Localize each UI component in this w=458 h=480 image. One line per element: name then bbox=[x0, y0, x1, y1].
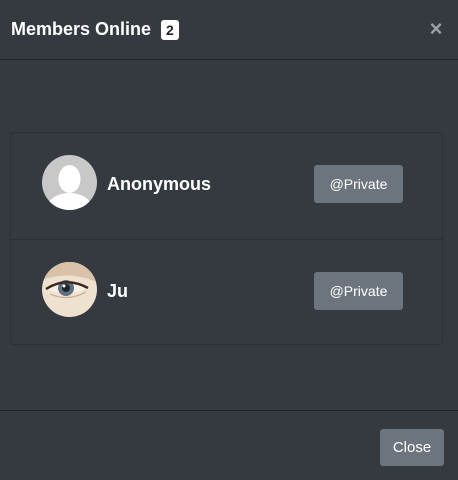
list-item: Ju @Private bbox=[11, 239, 442, 345]
member-name: Ju bbox=[107, 281, 129, 301]
avatar bbox=[42, 155, 97, 210]
modal-title-text: Members Online bbox=[11, 19, 152, 39]
member-name: Anonymous bbox=[107, 174, 212, 194]
default-avatar-icon bbox=[42, 155, 97, 210]
member-count-badge: 2 bbox=[161, 19, 179, 40]
avatar bbox=[42, 262, 97, 317]
modal-header: Members Online 2 × bbox=[0, 0, 458, 60]
close-icon[interactable]: × bbox=[428, 18, 444, 40]
members-online-modal: Members Online 2 × Anonymous @Private Ju… bbox=[0, 0, 458, 480]
modal-footer: Close bbox=[0, 410, 458, 480]
eye-photo-avatar-icon bbox=[42, 262, 97, 317]
private-message-button[interactable]: @Private bbox=[314, 165, 403, 203]
members-list: Anonymous @Private Ju @Private bbox=[10, 132, 443, 345]
modal-title: Members Online 2 bbox=[11, 19, 179, 40]
list-item: Anonymous @Private bbox=[11, 133, 442, 239]
close-button[interactable]: Close bbox=[380, 429, 444, 466]
private-message-button[interactable]: @Private bbox=[314, 272, 403, 310]
